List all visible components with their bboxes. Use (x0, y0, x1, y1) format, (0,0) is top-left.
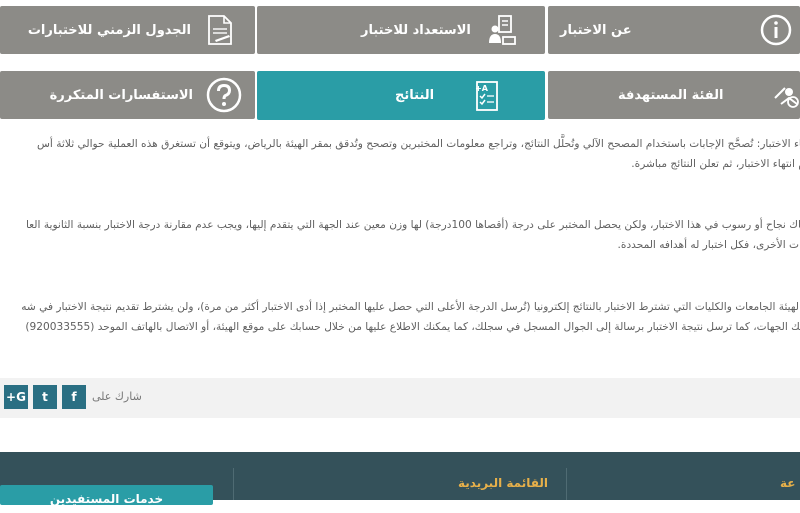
tile-faq-label: الاستفسارات المتكررة (49, 87, 193, 103)
tile-target[interactable]: الفئة المستهدفة (548, 71, 800, 119)
results-paragraph-1: تهاء الاختبار: تُصحَّح الإجابات باستخدام… (0, 134, 800, 174)
tile-about[interactable]: عن الاختبار (548, 6, 800, 54)
results-paragraph-2: هناك نجاح أو رسوب في هذا الاختبار، ولكن … (0, 215, 800, 255)
graded-exam-icon: A+ (463, 76, 511, 116)
results-paragraph-3: د الهيئة الجامعات والكليات التي تشترط ال… (0, 297, 800, 337)
paragraph-line: لتلك الجهات، كما ترسل نتيجة الاختبار برس… (25, 321, 800, 333)
twitter-icon: t (42, 390, 48, 404)
tile-preparation[interactable]: الاستعداد للاختبار (257, 6, 545, 54)
mailing-list-heading: القائمة البريدية (458, 476, 548, 490)
paragraph-line: د الهيئة الجامعات والكليات التي تشترط ال… (21, 301, 800, 313)
study-icon (483, 10, 521, 50)
google-plus-icon: G+ (6, 390, 26, 404)
paragraph-line: ارات الأخرى، فكل اختبار له أهدافه المحدد… (617, 239, 800, 251)
footer-divider (233, 468, 234, 500)
svg-text:A+: A+ (475, 84, 489, 93)
twitter-share-button[interactable]: t (33, 385, 57, 409)
paragraph-line: وم انتهاء الاختبار، ثم تعلن النتائج مباش… (631, 158, 800, 170)
facebook-icon: f (71, 390, 77, 404)
question-icon (205, 75, 243, 115)
tile-preparation-label: الاستعداد للاختبار (361, 22, 471, 38)
tile-schedule-label: الجدول الزمني للاختبارات (27, 22, 191, 38)
share-bar: شارك على f t G+ (0, 378, 800, 418)
google-plus-share-button[interactable]: G+ (4, 385, 28, 409)
tile-schedule[interactable]: الجدول الزمني للاختبارات (0, 6, 255, 54)
tile-results[interactable]: A+ النتائج (257, 71, 545, 120)
target-group-icon (762, 75, 800, 115)
footer: القائمة البريدية عة خدمات المستفيدين (0, 452, 800, 506)
paragraph-line: تهاء الاختبار: تُصحَّح الإجابات باستخدام… (37, 138, 800, 150)
share-label: شارك على (92, 390, 142, 403)
footer-divider (566, 468, 567, 500)
tile-faq[interactable]: الاستفسارات المتكررة (0, 71, 255, 119)
info-icon (752, 10, 800, 50)
tile-target-label: الفئة المستهدفة (618, 87, 724, 103)
customer-services-button[interactable]: خدمات المستفيدين (0, 485, 213, 506)
tile-about-label: عن الاختبار (560, 22, 632, 38)
facebook-share-button[interactable]: f (62, 385, 86, 409)
document-pen-icon (203, 10, 237, 50)
footer-right-heading: عة (780, 476, 796, 490)
paragraph-line: هناك نجاح أو رسوب في هذا الاختبار، ولكن … (25, 219, 800, 231)
tile-results-label: النتائج (395, 88, 435, 103)
